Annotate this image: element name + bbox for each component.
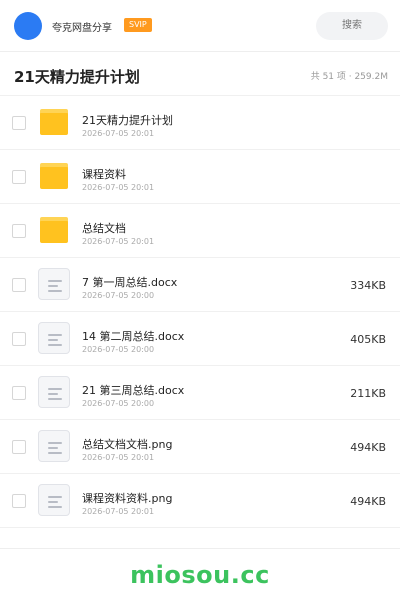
folder-icon [40, 163, 68, 189]
file-date: 2026-07-05 20:01 [82, 453, 155, 462]
row-checkbox[interactable] [12, 170, 26, 184]
folder-title-bar: 21天精力提升计划 共 51 项 · 259.2M [0, 52, 400, 96]
document-icon [38, 484, 70, 516]
file-name: 课程资料资料.png [82, 492, 173, 505]
file-list: 21天精力提升计划 2026-07-05 20:01 课程资料 2026-07-… [0, 96, 400, 528]
file-row[interactable]: 总结文档 2026-07-05 20:01 [0, 204, 400, 258]
file-row[interactable]: 课程资料 2026-07-05 20:01 [0, 150, 400, 204]
file-name: 21天精力提升计划 [82, 114, 173, 127]
file-date: 2026-07-05 20:01 [82, 129, 155, 138]
file-size: 494KB [350, 441, 386, 454]
file-name: 总结文档 [82, 222, 126, 235]
owner-name: 夸克网盘分享 [52, 23, 112, 34]
file-size: 494KB [350, 495, 386, 508]
file-date: 2026-07-05 20:01 [82, 507, 155, 516]
document-icon [38, 322, 70, 354]
file-size: 405KB [350, 333, 386, 346]
page-title: 21天精力提升计划 [14, 68, 140, 86]
item-summary: 共 51 项 · 259.2M [310, 72, 388, 82]
file-size: 211KB [350, 387, 386, 400]
file-date: 2026-07-05 20:00 [82, 345, 155, 354]
file-size: 334KB [350, 279, 386, 292]
file-name: 14 第二周总结.docx [82, 330, 185, 343]
file-date: 2026-07-05 20:01 [82, 237, 155, 246]
avatar[interactable] [14, 12, 42, 40]
file-name: 7 第一周总结.docx [82, 276, 178, 289]
document-icon [38, 268, 70, 300]
document-icon [38, 376, 70, 408]
file-name: 21 第三周总结.docx [82, 384, 185, 397]
file-row[interactable]: 7 第一周总结.docx 2026-07-05 20:00 334KB [0, 258, 400, 312]
file-name: 总结文档文档.png [82, 438, 173, 451]
file-row[interactable]: 14 第二周总结.docx 2026-07-05 20:00 405KB [0, 312, 400, 366]
file-name: 课程资料 [82, 168, 126, 181]
file-date: 2026-07-05 20:00 [82, 399, 155, 408]
file-date: 2026-07-05 20:00 [82, 291, 155, 300]
folder-icon [40, 217, 68, 243]
file-row[interactable]: 课程资料资料.png 2026-07-05 20:01 494KB [0, 474, 400, 528]
file-date: 2026-07-05 20:01 [82, 183, 155, 192]
row-checkbox[interactable] [12, 224, 26, 238]
row-checkbox[interactable] [12, 440, 26, 454]
file-row[interactable]: 21天精力提升计划 2026-07-05 20:01 [0, 96, 400, 150]
document-icon [38, 430, 70, 462]
site-watermark: miosou.cc [130, 561, 270, 589]
row-checkbox[interactable] [12, 332, 26, 346]
row-checkbox[interactable] [12, 494, 26, 508]
row-checkbox[interactable] [12, 278, 26, 292]
row-checkbox[interactable] [12, 386, 26, 400]
file-row[interactable]: 总结文档文档.png 2026-07-05 20:01 494KB [0, 420, 400, 474]
share-header: 夸克网盘分享 SVIP [0, 0, 400, 52]
svip-badge: SVIP [124, 18, 152, 32]
folder-icon [40, 109, 68, 135]
file-row[interactable]: 21 第三周总结.docx 2026-07-05 20:00 211KB [0, 366, 400, 420]
footer: miosou.cc [0, 548, 400, 600]
row-checkbox[interactable] [12, 116, 26, 130]
search-input[interactable] [316, 12, 388, 40]
